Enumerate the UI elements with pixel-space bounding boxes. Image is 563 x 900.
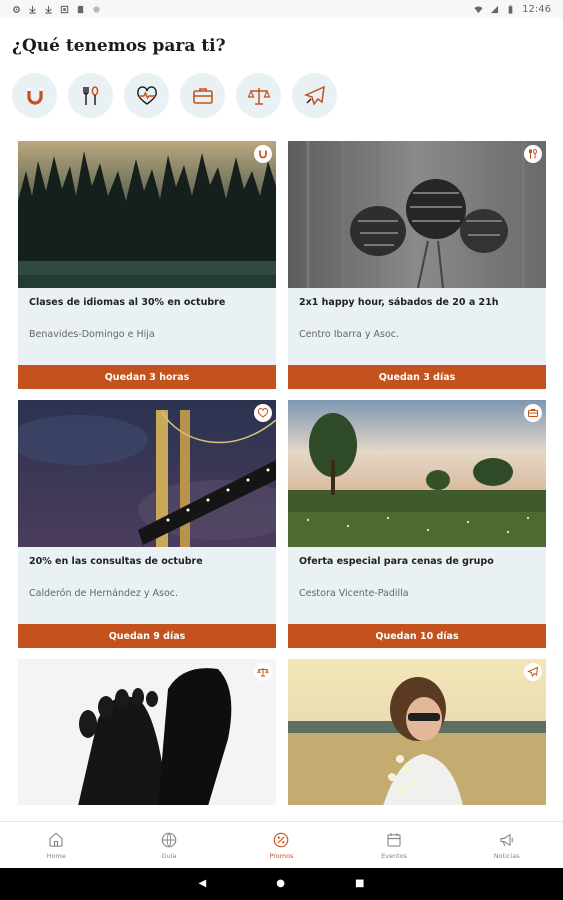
status-bar: 12:46	[0, 0, 563, 18]
home-icon	[49, 832, 63, 847]
promo-cta-button[interactable]: Quedan 3 días	[288, 365, 546, 389]
promo-image-meadow	[288, 400, 546, 547]
dot-icon	[93, 5, 100, 13]
promo-image-bridge	[18, 400, 276, 547]
forest-photo	[18, 141, 276, 288]
promo-title: 20% en las consultas de octubre	[29, 556, 203, 567]
nav-home-label: Home	[46, 852, 66, 860]
settings-icon	[13, 5, 20, 13]
nav-guide-label: Guía	[161, 852, 177, 860]
promo-grid: Clases de idiomas al 30% en octubre Bena…	[18, 141, 546, 805]
woman-field-photo	[288, 659, 546, 805]
page-title: ¿Qué tenemos para ti?	[12, 36, 226, 56]
signal-icon	[491, 5, 499, 13]
airplane-icon	[303, 85, 325, 106]
category-education-button[interactable]	[12, 73, 57, 118]
promo-card[interactable]: Clases de idiomas al 30% en octubre Bena…	[18, 141, 276, 389]
nav-events[interactable]: Eventos	[338, 822, 451, 869]
category-badge	[254, 145, 272, 163]
wifi-icon	[474, 5, 483, 13]
nav-guide[interactable]: Guía	[113, 822, 226, 869]
download-icon	[45, 5, 52, 14]
briefcase-icon	[528, 409, 538, 417]
megaphone-icon	[500, 833, 513, 847]
category-food-button[interactable]	[68, 73, 113, 118]
globe-icon	[161, 832, 177, 848]
download-icon	[29, 5, 36, 14]
recents-square-icon[interactable]: ■	[355, 879, 364, 889]
magnet-icon	[259, 150, 267, 159]
category-business-button[interactable]	[180, 73, 225, 118]
legal-scales-icon	[257, 668, 269, 677]
promo-title: Oferta especial para cenas de grupo	[299, 556, 494, 567]
category-legal-button[interactable]	[236, 73, 281, 118]
promo-card[interactable]	[18, 659, 276, 805]
category-badge	[524, 145, 542, 163]
promo-image-forest	[18, 141, 276, 288]
feet-photo	[18, 659, 276, 805]
promo-title: Clases de idiomas al 30% en octubre	[29, 297, 226, 308]
category-filter-row	[12, 73, 337, 118]
status-time: 12:46	[522, 3, 551, 15]
promo-tag-icon	[274, 832, 289, 848]
back-icon[interactable]: ◀	[199, 879, 207, 889]
promo-card[interactable]: 2x1 happy hour, sábados de 20 a 21h Cent…	[288, 141, 546, 389]
battery-icon	[508, 4, 513, 14]
health-heart-icon	[136, 85, 157, 105]
category-badge	[524, 404, 542, 422]
promo-card[interactable]: Oferta especial para cenas de grupo Cest…	[288, 400, 546, 648]
category-badge	[254, 404, 272, 422]
promo-card[interactable]: 20% en las consultas de octubre Calderón…	[18, 400, 276, 648]
bottom-navigation: Home Guía Promos Eventos Noticias	[0, 821, 563, 869]
nav-news[interactable]: Noticias	[450, 822, 563, 869]
category-travel-button[interactable]	[292, 73, 337, 118]
promo-cta-button[interactable]: Quedan 9 días	[18, 624, 276, 648]
airplane-icon	[527, 666, 539, 678]
health-heart-icon	[257, 408, 269, 418]
calendar-icon	[387, 833, 401, 847]
promo-title: 2x1 happy hour, sábados de 20 a 21h	[299, 297, 499, 308]
category-health-button[interactable]	[124, 73, 169, 118]
category-badge	[524, 663, 542, 681]
nav-promos[interactable]: Promos	[225, 822, 338, 869]
nav-promos-label: Promos	[269, 852, 294, 860]
nav-home[interactable]: Home	[0, 822, 113, 869]
screenshot-icon	[60, 5, 69, 13]
promo-company: Centro Ibarra y Asoc.	[299, 329, 400, 340]
promo-cta-button[interactable]: Quedan 3 horas	[18, 365, 276, 389]
promo-image-pinecones	[288, 141, 546, 288]
pinecones-photo	[288, 141, 546, 288]
promo-cta-button[interactable]: Quedan 10 días	[288, 624, 546, 648]
sd-card-icon	[77, 5, 84, 13]
restaurant-icon	[82, 85, 98, 105]
restaurant-icon	[529, 149, 537, 159]
promo-company: Calderón de Hernández y Asoc.	[29, 588, 179, 599]
promo-company: Cestora Vicente-Padilla	[299, 588, 409, 599]
status-system: 12:46	[474, 4, 551, 15]
home-circle-icon[interactable]: ●	[276, 879, 285, 889]
promo-image-feet	[18, 659, 276, 805]
nav-news-label: Noticias	[493, 852, 520, 860]
system-navigation-bar: ◀ ● ■	[0, 868, 563, 900]
nav-events-label: Eventos	[381, 852, 408, 860]
promo-image-woman-field	[288, 659, 546, 805]
promo-card[interactable]	[288, 659, 546, 805]
magnet-icon	[26, 87, 43, 105]
category-badge	[254, 663, 272, 681]
legal-scales-icon	[247, 87, 270, 105]
status-notifications	[12, 5, 101, 14]
meadow-photo	[288, 400, 546, 547]
promo-company: Benavides-Domingo e Hija	[29, 329, 155, 340]
briefcase-icon	[192, 87, 213, 104]
bridge-photo	[18, 400, 276, 547]
